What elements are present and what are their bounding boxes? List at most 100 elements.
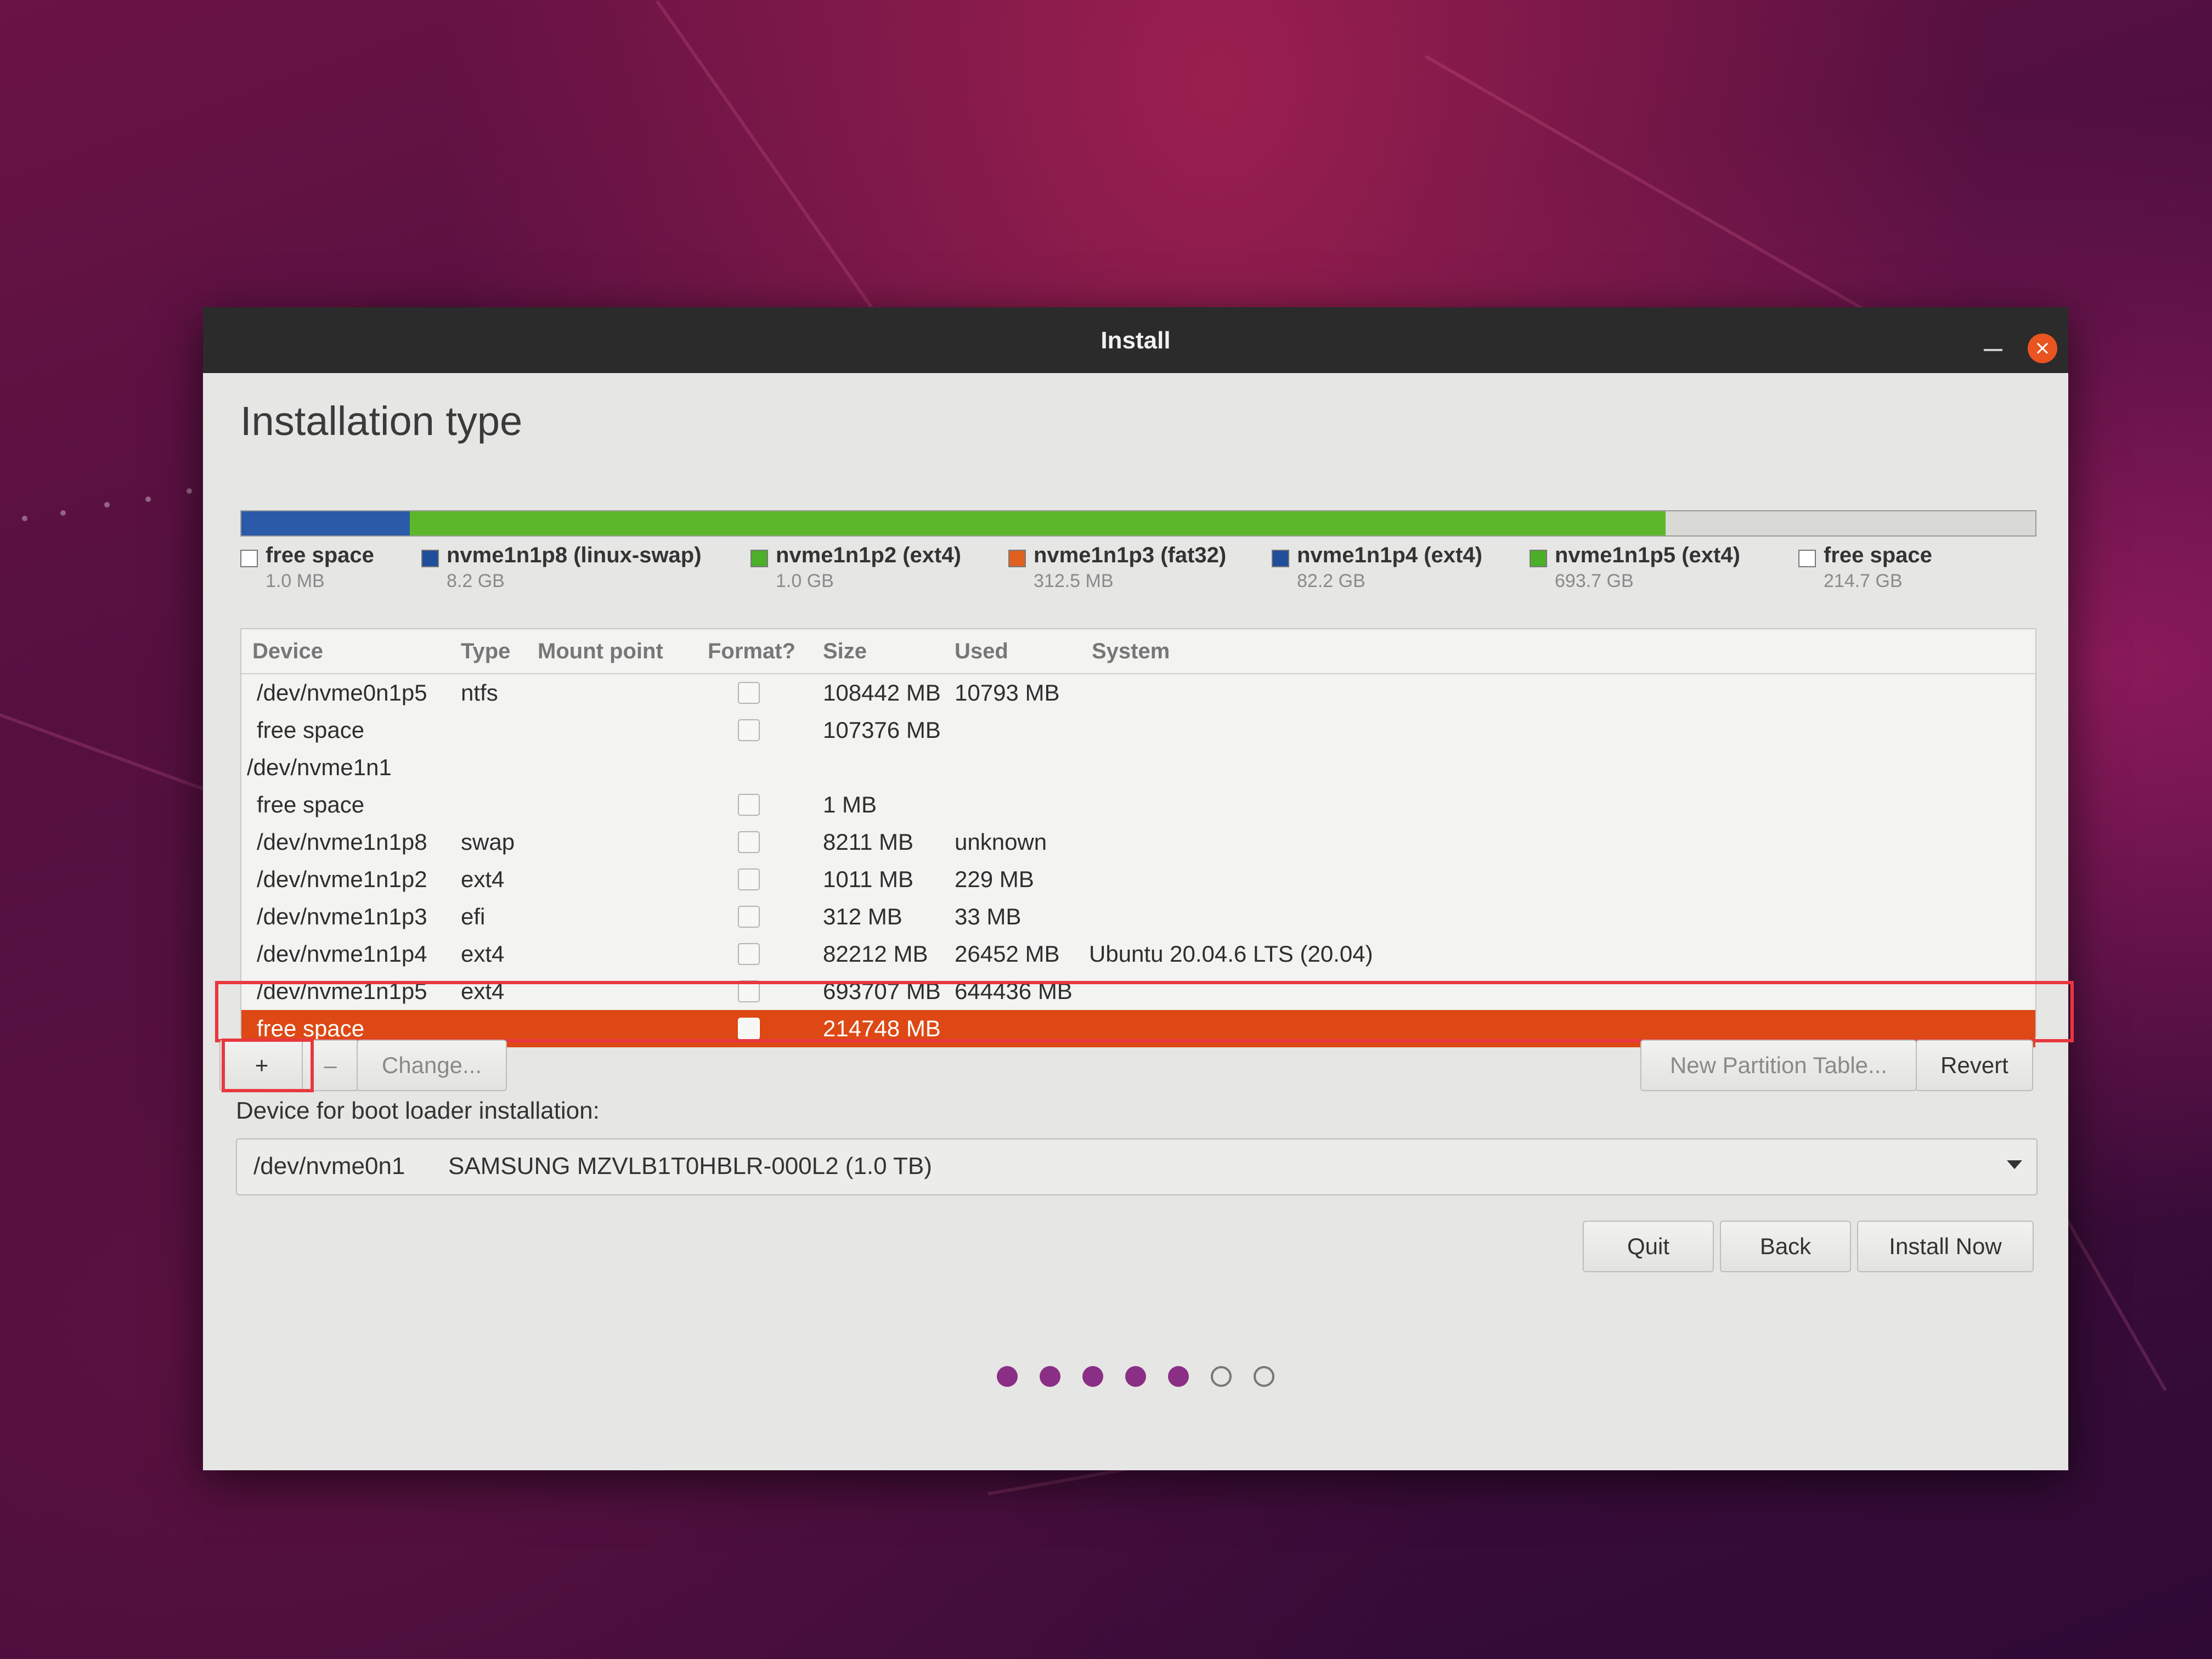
- progress-dot: [1211, 1366, 1232, 1387]
- cell-size: 107376 MB: [823, 717, 941, 743]
- table-row[interactable]: /dev/nvme0n1p5 ntfs 108442 MB 10793 MB: [241, 674, 2035, 712]
- legend-swatch: [751, 550, 768, 567]
- cell-size: 82212 MB: [823, 941, 928, 967]
- format-checkbox[interactable]: [738, 719, 760, 741]
- partition-bar-segment: [241, 511, 249, 535]
- legend-size: 693.7 GB: [1555, 571, 1634, 591]
- add-button-highlight: [222, 1039, 314, 1092]
- wallpaper-dot: [104, 502, 110, 507]
- cell-used: 26452 MB: [955, 941, 1060, 967]
- chevron-down-icon: [2007, 1160, 2022, 1169]
- page-title: Installation type: [240, 398, 523, 444]
- legend-name: nvme1n1p5 (ext4): [1555, 543, 1740, 567]
- change-partition-button[interactable]: Change...: [357, 1040, 507, 1091]
- legend-name: free space: [1824, 543, 1932, 567]
- cell-device: /dev/nvme1n1: [247, 754, 392, 780]
- format-checkbox[interactable]: [738, 831, 760, 853]
- progress-dot: [1082, 1366, 1103, 1387]
- progress-dots: [203, 1366, 2068, 1389]
- cell-used: 33 MB: [955, 904, 1022, 929]
- legend-name: nvme1n1p4 (ext4): [1297, 543, 1482, 567]
- legend-swatch: [1530, 550, 1547, 567]
- cell-device: /dev/nvme0n1p5: [257, 680, 427, 706]
- partition-bar-segment: [1666, 511, 2035, 535]
- cell-size: 1 MB: [823, 792, 877, 817]
- legend-size: 8.2 GB: [447, 571, 505, 591]
- title-bar: Install ×: [203, 307, 2068, 373]
- cell-size: 312 MB: [823, 904, 902, 929]
- format-checkbox[interactable]: [738, 794, 760, 816]
- cell-used: 10793 MB: [955, 680, 1060, 706]
- wallpaper-dot: [60, 510, 66, 516]
- wallpaper-line: [0, 713, 206, 792]
- selected-row-highlight: [215, 981, 2074, 1042]
- table-row[interactable]: /dev/nvme1n1p3 efi 312 MB 33 MB: [241, 898, 2035, 935]
- legend-name: nvme1n1p3 (fat32): [1034, 543, 1227, 567]
- progress-dot: [1254, 1366, 1274, 1387]
- partition-table[interactable]: Device Type Mount point Format? Size Use…: [240, 628, 2036, 1047]
- progress-dot: [1168, 1366, 1189, 1387]
- revert-button[interactable]: Revert: [1916, 1040, 2033, 1091]
- cell-type: ext4: [461, 941, 505, 967]
- cell-used: unknown: [955, 829, 1047, 855]
- cell-device: free space: [257, 717, 365, 743]
- col-type[interactable]: Type: [461, 639, 510, 664]
- cell-device: free space: [257, 792, 365, 817]
- legend-swatch: [1008, 550, 1026, 567]
- col-size[interactable]: Size: [823, 639, 867, 664]
- table-row[interactable]: /dev/nvme1n1p2 ext4 1011 MB 229 MB: [241, 861, 2035, 898]
- cell-size: 108442 MB: [823, 680, 941, 706]
- col-used[interactable]: Used: [955, 639, 1008, 664]
- legend-swatch: [1272, 550, 1289, 567]
- cell-used: 229 MB: [955, 866, 1034, 892]
- col-mount[interactable]: Mount point: [538, 639, 663, 664]
- table-row[interactable]: free space 107376 MB: [241, 712, 2035, 749]
- format-checkbox[interactable]: [738, 906, 760, 928]
- back-button[interactable]: Back: [1720, 1221, 1851, 1272]
- boot-loader-model: SAMSUNG MZVLB1T0HBLR-000L2 (1.0 TB): [448, 1153, 932, 1180]
- cell-system: Ubuntu 20.04.6 LTS (20.04): [1089, 941, 1373, 967]
- legend-size: 1.0 GB: [776, 571, 834, 591]
- cell-device: /dev/nvme1n1p2: [257, 866, 427, 892]
- partition-bar-segment: [249, 511, 410, 535]
- wallpaper-dot: [187, 488, 192, 494]
- col-device[interactable]: Device: [252, 639, 323, 664]
- format-checkbox[interactable]: [738, 868, 760, 890]
- cell-device: /dev/nvme1n1p3: [257, 904, 427, 929]
- legend-size: 214.7 GB: [1824, 571, 1903, 591]
- legend-name: nvme1n1p8 (linux-swap): [447, 543, 702, 567]
- legend-swatch: [1798, 550, 1816, 567]
- col-format[interactable]: Format?: [708, 639, 795, 664]
- legend-size: 312.5 MB: [1034, 571, 1114, 591]
- boot-loader-select[interactable]: /dev/nvme0n1 SAMSUNG MZVLB1T0HBLR-000L2 …: [236, 1138, 2038, 1195]
- partition-bar-segment: [410, 511, 1666, 535]
- close-button[interactable]: ×: [2028, 334, 2057, 363]
- legend-name: free space: [266, 543, 374, 567]
- col-system[interactable]: System: [1092, 639, 1170, 664]
- legend-name: nvme1n1p2 (ext4): [776, 543, 961, 567]
- table-row[interactable]: /dev/nvme1n1: [241, 749, 2035, 786]
- progress-dot: [997, 1366, 1018, 1387]
- table-row[interactable]: /dev/nvme1n1p8 swap 8211 MB unknown: [241, 823, 2035, 861]
- progress-dot: [1125, 1366, 1146, 1387]
- new-partition-table-button[interactable]: New Partition Table...: [1640, 1040, 1917, 1091]
- table-row[interactable]: free space 1 MB: [241, 786, 2035, 823]
- boot-loader-device: /dev/nvme0n1: [253, 1153, 405, 1180]
- format-checkbox[interactable]: [738, 682, 760, 704]
- format-checkbox[interactable]: [738, 943, 760, 965]
- legend-size: 82.2 GB: [1297, 571, 1365, 591]
- install-now-button[interactable]: Install Now: [1857, 1221, 2034, 1272]
- partition-bar: [240, 510, 2036, 537]
- quit-button[interactable]: Quit: [1583, 1221, 1714, 1272]
- legend-swatch: [240, 550, 258, 567]
- cell-device: /dev/nvme1n1p8: [257, 829, 427, 855]
- table-header: Device Type Mount point Format? Size Use…: [241, 629, 2035, 674]
- cell-type: ntfs: [461, 680, 498, 706]
- wallpaper-dot: [145, 496, 151, 502]
- cell-size: 8211 MB: [823, 829, 913, 855]
- close-icon: ×: [2034, 337, 2051, 359]
- minus-icon: –: [324, 1052, 337, 1078]
- table-row[interactable]: /dev/nvme1n1p4 ext4 82212 MB 26452 MB Ubuntu…: [241, 935, 2035, 973]
- minimize-button[interactable]: [1984, 349, 2002, 351]
- wallpaper-dot: [22, 516, 27, 521]
